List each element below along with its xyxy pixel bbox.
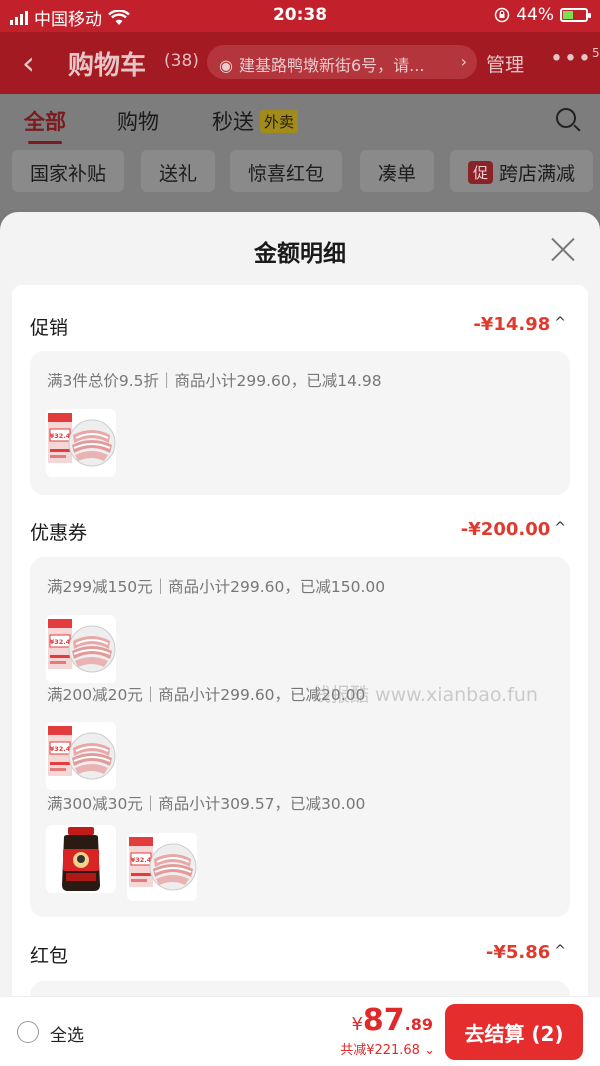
chip-cross-store-discount[interactable]: 促跨店满减 [450, 150, 594, 192]
price-badge: ¥32.4 [131, 856, 152, 864]
battery-icon [560, 8, 591, 22]
promo-tag: 促 [468, 161, 494, 184]
rotation-lock-icon [494, 7, 510, 23]
search-icon[interactable] [556, 108, 576, 128]
address-selector[interactable]: ◉ 建基路鸭墩新街6号，请... › [207, 45, 477, 79]
product-thumbnail-sauce-jar[interactable] [46, 825, 116, 893]
chevron-up-icon: ^ [554, 315, 566, 331]
coupon-line: 满300减30元｜商品小计309.57，已减30.00 [47, 795, 366, 813]
total-saved[interactable]: 共减¥221.68 ⌄ [340, 1039, 435, 1058]
manage-button[interactable]: 管理 [486, 50, 524, 77]
detail-card: 促销 -¥14.98 ^ 满3件总价9.5折｜商品小计299.60，已减14.98… [12, 285, 588, 1021]
tab-shopping[interactable]: 购物 [117, 106, 159, 136]
section-promotion-amount[interactable]: -¥14.98 ^ [473, 314, 566, 335]
chip-surprise-red-packet[interactable]: 惊喜红包 [230, 150, 343, 192]
address-text: 建基路鸭墩新街6号，请... [238, 56, 425, 75]
product-thumbnail-pork[interactable]: ¥32.4 [46, 409, 116, 477]
coupon-detail-box: 满299减150元｜商品小计299.60，已减150.00 ¥32.4 满200… [30, 557, 570, 917]
more-icon: ••• [550, 46, 592, 72]
chip-add-on[interactable]: 凑单 [360, 150, 435, 192]
battery-percent: 44% [516, 5, 554, 25]
chevron-down-icon: ⌄ [424, 1043, 435, 1058]
filter-chips: 国家补贴 送礼 惊喜红包 凑单 促跨店满减 [0, 144, 600, 210]
price-badge: ¥32.4 [50, 745, 71, 753]
cart-header: ‹ 购物车 (38) ◉ 建基路鸭墩新街6号，请... › 管理 •••5+ [0, 32, 600, 94]
checkout-bar: 全选 ¥87.89 共减¥221.68 ⌄ 去结算 (2) [0, 996, 600, 1066]
section-coupon-amount[interactable]: -¥200.00 ^ [461, 519, 566, 540]
chip-national-subsidy[interactable]: 国家补贴 [12, 150, 125, 192]
section-red-packet-amount[interactable]: -¥5.86 ^ [486, 942, 566, 963]
watermark: 线报酷 www.xianbao.fun [312, 684, 538, 706]
total-price: ¥87.89 [351, 1003, 433, 1038]
eye-icon: ◉ [219, 56, 233, 75]
chevron-right-icon: › [460, 52, 467, 71]
price-badge: ¥32.4 [50, 638, 71, 646]
select-all-checkbox[interactable] [17, 1021, 39, 1043]
sheet-title: 金额明细 [254, 241, 346, 267]
section-red-packet-title: 红包 [30, 945, 69, 967]
cart-tabs: 全部 购物 秒送 外卖 [0, 94, 600, 144]
more-menu-button[interactable]: •••5+ [550, 46, 600, 71]
product-thumbnail-pork[interactable]: ¥32.4 [46, 722, 116, 790]
product-thumbnail-pork[interactable]: ¥32.4 [127, 833, 197, 901]
coupon-line: 满299减150元｜商品小计299.60，已减150.00 [47, 578, 386, 596]
section-promotion-title: 促销 [30, 317, 69, 339]
price-badge: ¥32.4 [50, 432, 71, 440]
tab-instant-delivery[interactable]: 秒送 外卖 [212, 106, 299, 136]
back-icon[interactable]: ‹ [22, 44, 35, 82]
promotion-detail-box: 满3件总价9.5折｜商品小计299.60，已减14.98 ¥32.4 [30, 351, 570, 495]
close-icon[interactable] [550, 236, 576, 262]
takeout-badge: 外卖 [260, 110, 299, 133]
chevron-up-icon: ^ [554, 520, 566, 536]
cart-count: (38) [164, 51, 199, 71]
section-coupon-title: 优惠券 [30, 522, 88, 544]
checkout-button[interactable]: 去结算 (2) [445, 1004, 583, 1060]
tab-all[interactable]: 全部 [24, 106, 66, 144]
message-count-badge: 5+ [591, 46, 600, 60]
select-all-label[interactable]: 全选 [50, 1021, 84, 1046]
status-bar: 中国移动 20:38 44% [0, 0, 600, 32]
product-thumbnail-pork[interactable]: ¥32.4 [46, 615, 116, 683]
promotion-line: 满3件总价9.5折｜商品小计299.60，已减14.98 [47, 372, 382, 390]
chevron-up-icon: ^ [554, 943, 566, 959]
chip-gift[interactable]: 送礼 [141, 150, 216, 192]
page-title: 购物车 [68, 51, 147, 81]
amount-detail-sheet: 金额明细 促销 -¥14.98 ^ 满3件总价9.5折｜商品小计299.60，已减… [0, 212, 600, 1066]
